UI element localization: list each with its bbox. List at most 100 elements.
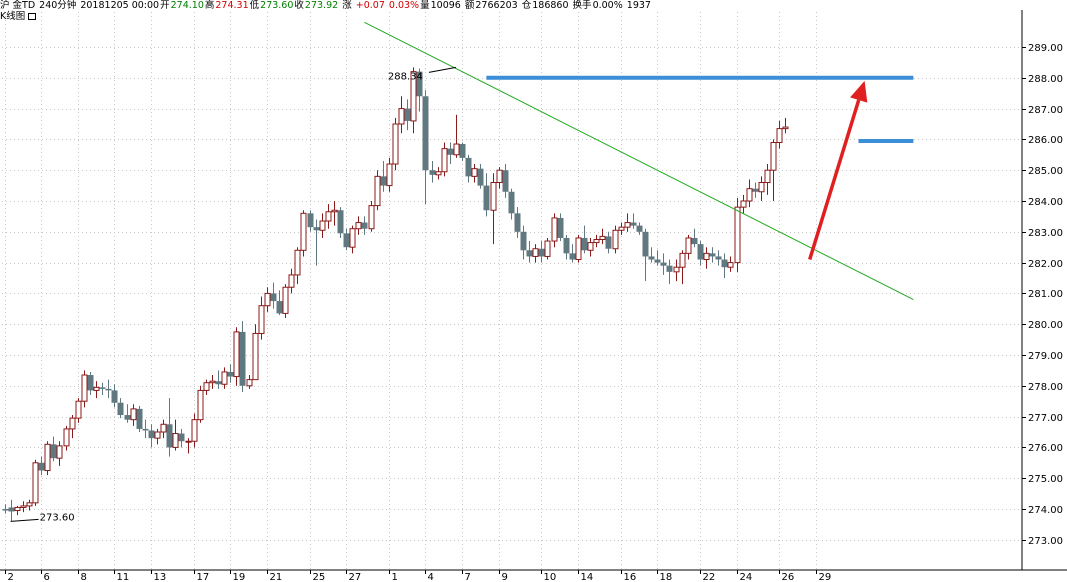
candle [605, 231, 612, 254]
candle-body [648, 256, 655, 260]
candle-body [14, 506, 21, 512]
candle [612, 225, 619, 254]
candle-body [746, 188, 753, 202]
candle [44, 441, 51, 476]
candle [294, 247, 301, 285]
candle [111, 384, 118, 408]
candle [642, 228, 649, 282]
candle [727, 256, 734, 272]
candle-body [429, 170, 436, 175]
candle-body [532, 248, 539, 257]
candle [38, 456, 45, 476]
candle [246, 375, 253, 389]
candle [148, 424, 155, 448]
candle-body [660, 262, 667, 266]
candle-body [526, 250, 533, 257]
candle [587, 237, 594, 257]
candle [270, 282, 277, 309]
candle-body [368, 205, 375, 230]
candle [26, 499, 33, 511]
candle [630, 213, 637, 229]
candle [81, 370, 88, 408]
turnover-label: 换手 [572, 0, 592, 11]
low-annotation-leader [10, 518, 39, 522]
candle [599, 228, 606, 245]
candle [746, 179, 753, 208]
candle-body [270, 293, 277, 302]
candle [502, 164, 509, 198]
candle-body [727, 262, 734, 268]
candle [368, 201, 375, 232]
candle-body [544, 240, 551, 257]
turnover-value: 0.00% [592, 0, 623, 11]
date-tick-label: 16 [624, 572, 637, 582]
candle-body [105, 388, 112, 391]
candle-body [69, 417, 76, 430]
chart-type-label[interactable]: K线图 [0, 11, 37, 22]
candle [276, 290, 283, 315]
candle [477, 164, 484, 189]
candle-body [782, 126, 789, 130]
candle [331, 201, 338, 226]
candle-body [404, 108, 411, 121]
date-tick-label: 8 [81, 572, 87, 582]
candle [343, 228, 350, 251]
candle-body [124, 415, 131, 420]
window-box-icon[interactable] [28, 13, 37, 20]
candle-body [636, 225, 643, 232]
candle [648, 247, 655, 263]
candle [386, 157, 393, 192]
candle [520, 225, 527, 260]
high-value: 274.31 [215, 0, 249, 11]
candle [75, 398, 82, 423]
candle [703, 247, 710, 269]
candle-body [178, 433, 185, 442]
candle-body [465, 157, 472, 177]
price-tick-label: 282.00 [1028, 259, 1063, 270]
candle [215, 370, 222, 389]
candle [654, 250, 661, 266]
candle [526, 241, 533, 263]
candle-body [374, 175, 381, 207]
price-tick-label: 286.00 [1028, 135, 1063, 146]
candle-body [654, 259, 661, 263]
candle-body [575, 237, 582, 261]
candle [636, 222, 643, 235]
candle-body [685, 237, 692, 254]
open-interest-value: 186860 [532, 0, 569, 11]
candle [673, 259, 680, 282]
candle-body [197, 389, 204, 421]
candle-body [740, 200, 747, 208]
candle-body [734, 206, 741, 264]
candle-body [87, 375, 94, 391]
candle-body [191, 419, 198, 442]
candle [508, 188, 515, 220]
candle [715, 250, 722, 266]
candle-body [563, 237, 570, 254]
candle-body [477, 168, 484, 186]
low-value: 273.60 [260, 0, 294, 11]
candle [319, 213, 326, 238]
date-tick-label: 13 [154, 572, 167, 582]
candle [740, 194, 747, 214]
candle [142, 419, 149, 439]
amount-value: 2766203 [475, 0, 518, 11]
candle-body [2, 509, 9, 511]
candle-body [331, 209, 338, 213]
gridlines [2, 12, 1022, 570]
candle [227, 364, 234, 383]
candle [557, 213, 564, 242]
price-tick-label: 284.00 [1028, 197, 1063, 208]
candle-body [32, 462, 39, 504]
candle-body [81, 374, 88, 402]
candle [166, 398, 173, 457]
arrow-head [850, 80, 868, 103]
price-tick-label: 280.00 [1028, 320, 1063, 331]
candle-body [538, 248, 545, 257]
change-value: +0.07 [355, 0, 385, 11]
candle-body [581, 237, 588, 251]
candle [191, 413, 198, 448]
candle-body [313, 227, 320, 231]
time-axis: 2 6 8 11 13 17 19 21 25 27 1 4 7 9 10 14 16 18 22 24 26 29 [0, 569, 1067, 582]
candle-body [587, 242, 594, 251]
